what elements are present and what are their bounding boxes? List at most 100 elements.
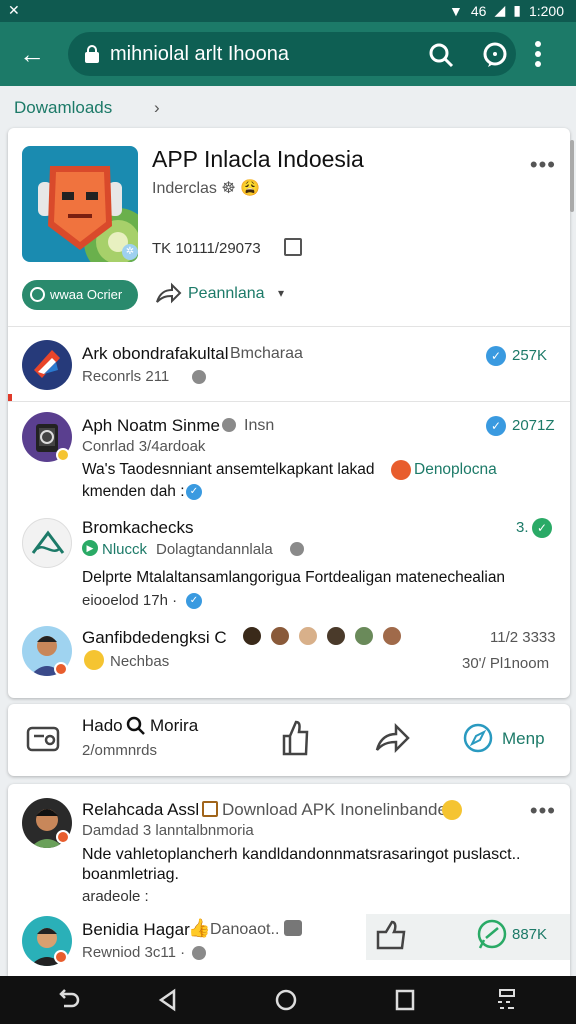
app-code: TK 10111/29073 bbox=[152, 240, 261, 257]
action-title-extra: Morira bbox=[150, 716, 199, 735]
feed-meta: Conrlad 3/4ardoak bbox=[82, 438, 206, 455]
feed-title: Ark obondrafakultal bbox=[82, 344, 229, 363]
scrollbar[interactable] bbox=[570, 140, 574, 212]
link-icon bbox=[192, 370, 206, 384]
chevron-down-icon[interactable]: ▾ bbox=[278, 286, 284, 300]
recents-nav-icon[interactable] bbox=[394, 988, 416, 1012]
post-title: Relahcada Assl bbox=[82, 800, 200, 819]
reply-meta: Rewniod 3c11 · bbox=[82, 944, 186, 961]
compass-icon[interactable] bbox=[462, 722, 494, 754]
badge-icon bbox=[56, 448, 70, 462]
feed-count: 11/2 3333 bbox=[490, 629, 556, 646]
action-sub: 2/ommnrds bbox=[82, 742, 158, 759]
emoji-icon bbox=[391, 460, 411, 480]
avatar bbox=[22, 340, 72, 390]
feed-meta: Reconrls 211 bbox=[82, 368, 170, 385]
participant-avatar bbox=[382, 626, 402, 646]
thumbs-up-icon[interactable] bbox=[280, 720, 310, 756]
app-developer: Inderclas ☸ 😩 bbox=[152, 180, 261, 197]
feed-body: Delprte Mtalaltansamlangorigua Fortdeali… bbox=[82, 569, 506, 586]
chat-bubble-icon[interactable] bbox=[474, 918, 508, 952]
share-icon[interactable] bbox=[374, 920, 408, 952]
feed-title: Bromkachecks bbox=[82, 518, 194, 537]
participant-avatar bbox=[298, 626, 318, 646]
battery-icon: ▮ bbox=[513, 2, 521, 18]
thumbs-up-icon: 👍 bbox=[188, 918, 211, 938]
bookmark-icon[interactable] bbox=[284, 238, 302, 256]
link-icon bbox=[192, 946, 206, 960]
app-card: ✲ APP Inlacla Indoesia Inderclas ☸ 😩 TK … bbox=[8, 128, 570, 698]
back-nav-icon[interactable] bbox=[156, 988, 180, 1012]
wifi-icon: ▼ bbox=[449, 2, 463, 19]
app-icon: ✲ bbox=[22, 146, 138, 262]
rotate-icon[interactable] bbox=[56, 988, 82, 1012]
avatar bbox=[22, 518, 72, 568]
post-body-2: boanmletriag. bbox=[82, 866, 179, 883]
more-horizontal-icon[interactable]: ••• bbox=[530, 798, 556, 824]
verified-icon: ✓ bbox=[186, 593, 202, 609]
search-icon[interactable] bbox=[126, 716, 146, 736]
divider bbox=[8, 326, 570, 327]
home-nav-icon[interactable] bbox=[274, 988, 298, 1012]
participant-avatar bbox=[270, 626, 290, 646]
chat-bubble-icon[interactable] bbox=[482, 42, 508, 68]
reply-count: 887K bbox=[512, 926, 548, 943]
share-label[interactable]: Peannlana bbox=[188, 285, 265, 303]
action-cta[interactable]: Menp bbox=[502, 729, 545, 749]
system-nav-bar bbox=[0, 976, 576, 1024]
feed-count-2: 30'/ Pl1noom bbox=[462, 655, 550, 672]
badge-icon bbox=[56, 830, 70, 844]
signal-icon: ◢ bbox=[494, 2, 506, 18]
post-body-3: aradeole : bbox=[82, 888, 149, 905]
feed-title-extra: Bmcharaa bbox=[230, 345, 303, 362]
feed-meta: Nechbas bbox=[110, 653, 170, 670]
feed-link[interactable]: Denoplocna bbox=[414, 461, 497, 479]
action-title: Hado bbox=[82, 716, 123, 735]
emoji-icon bbox=[84, 650, 104, 670]
verified-icon: ✓ bbox=[486, 346, 506, 366]
feed-tag: Nlucck bbox=[102, 541, 148, 558]
divider bbox=[8, 401, 570, 402]
feed-title: Ganfibdedengksi C bbox=[82, 628, 227, 647]
circle-check-icon bbox=[30, 287, 45, 302]
feed-title-extra: Insn bbox=[244, 417, 275, 434]
post-body-1: Nde vahletoplancherh kandldandonnmatsras… bbox=[82, 846, 521, 863]
more-vertical-icon[interactable] bbox=[534, 40, 542, 68]
verified-grey-icon bbox=[222, 418, 236, 432]
verified-icon: ✓ bbox=[486, 416, 506, 436]
network-label: 46 bbox=[470, 2, 487, 19]
post-title-extra: Download APK Inonelinbanden bbox=[222, 800, 457, 819]
badge-icon bbox=[54, 950, 68, 964]
search-icon[interactable] bbox=[428, 42, 454, 68]
share-icon[interactable] bbox=[374, 722, 410, 754]
feed-body: Wa's Taodesnniant ansemtelkapkant lakad bbox=[82, 461, 375, 478]
reply-title: Benidia Hagar bbox=[82, 920, 190, 939]
clock: 1:200 bbox=[528, 2, 564, 19]
post-card: Relahcada Assl Download APK Inonelinband… bbox=[8, 784, 570, 976]
play-icon: ▶ bbox=[82, 540, 98, 556]
app-title: APP Inlacla Indoesia bbox=[152, 146, 364, 172]
feed-meta: Dolagtandannlala bbox=[156, 541, 273, 558]
participant-avatar bbox=[242, 626, 262, 646]
wallet-icon[interactable] bbox=[26, 722, 62, 754]
participant-avatar bbox=[354, 626, 374, 646]
action-bar: Hado Morira 2/ommnrds Menp bbox=[8, 704, 570, 776]
feed-count: 3. bbox=[516, 519, 529, 536]
verified-icon: ✓ bbox=[186, 484, 202, 500]
keyboard-icon[interactable] bbox=[494, 988, 520, 1012]
badge-icon bbox=[54, 662, 68, 676]
image-icon bbox=[284, 920, 302, 936]
feed-count: 257K bbox=[512, 347, 548, 364]
primary-button-label: wwaa Ocrier bbox=[50, 287, 123, 302]
arrow-left-icon[interactable]: ← bbox=[16, 38, 48, 70]
url-bar[interactable]: mihniolal arlt Ihoona bbox=[68, 32, 516, 76]
feed-title: Aph Noatm Sinme bbox=[82, 416, 220, 435]
clock-icon bbox=[290, 542, 304, 556]
check-icon: ✓ bbox=[532, 518, 552, 538]
share-icon[interactable] bbox=[154, 280, 182, 308]
more-horizontal-icon[interactable]: ••• bbox=[530, 152, 556, 178]
primary-button[interactable]: wwaa Ocrier bbox=[22, 280, 138, 310]
participant-avatar bbox=[326, 626, 346, 646]
breadcrumb[interactable]: Dowamloads bbox=[14, 98, 112, 118]
feed-count: 2071Z bbox=[512, 417, 555, 434]
